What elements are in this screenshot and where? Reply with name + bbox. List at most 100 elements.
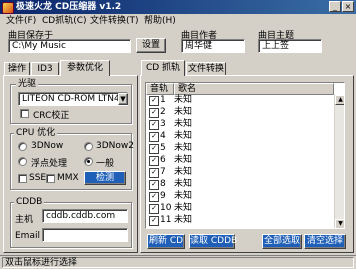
close-button[interactable]: ×: [342, 1, 354, 12]
host-label: 主机: [15, 215, 34, 225]
track-row[interactable]: ✓ 6 未知: [146, 155, 344, 166]
refresh-cd-button[interactable]: 刷新 CD: [147, 234, 185, 249]
crc-checkbox[interactable]: [20, 109, 29, 118]
track-checkbox[interactable]: ✓: [149, 180, 159, 190]
minimize-button[interactable]: _: [329, 1, 341, 12]
track-checkbox[interactable]: ✓: [149, 120, 159, 130]
menu-file[interactable]: 文件(F): [6, 15, 36, 27]
window-title: 极速火龙 CD压缩器 v1.2: [16, 2, 122, 12]
track-list[interactable]: 音轨 歌名 ✓ 1 未知 ✓ 2 未知 ✓ 3 未知 ✓ 4 未知 ✓ 5 未知 ✓ 6 未知 ✓ 7 未知 ✓ 8 未知 ✓ 9…: [145, 82, 345, 229]
sse-label: SSE: [29, 173, 47, 183]
track-name: 未知: [174, 167, 193, 177]
drive-select[interactable]: LITEON CD-ROM LTN48: [18, 92, 128, 106]
track-number: 5: [160, 143, 166, 153]
track-name: 未知: [174, 191, 193, 201]
mmx-label: MMX: [57, 173, 79, 183]
track-checkbox[interactable]: ✓: [149, 132, 159, 142]
status-text: 双击鼠标进行选择: [2, 257, 354, 268]
track-row[interactable]: ✓ 9 未知: [146, 191, 344, 202]
track-name: 未知: [174, 95, 193, 105]
radio-normal-label: 一般: [96, 159, 115, 169]
track-row[interactable]: ✓ 11 未知: [146, 215, 344, 226]
track-number: 10: [160, 203, 172, 213]
theme-field[interactable]: 上上签: [258, 39, 322, 53]
cpu-group-title: CPU 优化: [14, 128, 58, 138]
radio-3dnow2-label: 3DNow2: [96, 141, 134, 151]
track-name: 未知: [174, 179, 193, 189]
tab-cd-rip[interactable]: CD 抓轨: [141, 60, 185, 76]
tab-file-convert[interactable]: 文件转换: [186, 62, 226, 75]
track-name: 未知: [174, 119, 193, 129]
track-checkbox[interactable]: ✓: [149, 192, 159, 202]
track-name: 未知: [174, 203, 193, 213]
track-row[interactable]: ✓ 5 未知: [146, 143, 344, 154]
drive-select-value: LITEON CD-ROM LTN48: [22, 94, 126, 104]
radio-normal[interactable]: [84, 157, 93, 166]
read-cddb-button[interactable]: 读取 CDDB: [189, 234, 237, 249]
status-bar: 双击鼠标进行选择: [0, 255, 356, 269]
track-checkbox[interactable]: ✓: [149, 144, 159, 154]
cddb-host-field[interactable]: cddb.cddb.com: [42, 209, 128, 223]
track-checkbox[interactable]: ✓: [149, 168, 159, 178]
col-name-header[interactable]: 歌名: [174, 83, 334, 95]
scroll-down-icon[interactable]: ▼: [335, 219, 344, 228]
select-all-button[interactable]: 全部选取: [262, 234, 302, 249]
track-row[interactable]: ✓ 3 未知: [146, 119, 344, 130]
title-bar[interactable]: 极速火龙 CD压缩器 v1.2: [0, 0, 356, 14]
track-number: 8: [160, 179, 166, 189]
track-number: 6: [160, 155, 166, 165]
scroll-up-icon[interactable]: ▲: [335, 95, 344, 105]
track-name: 未知: [174, 215, 193, 225]
dragon-app-icon: [2, 2, 14, 14]
crc-label: CRC校正: [33, 111, 70, 121]
menu-bar: 文件(F) CD抓轨(C) 文件转换(T) 帮助(H): [0, 14, 356, 28]
menu-help[interactable]: 帮助(H): [144, 15, 176, 27]
tab-operation[interactable]: 操作: [4, 62, 30, 75]
tab-id3[interactable]: ID3: [31, 62, 59, 75]
track-checkbox[interactable]: ✓: [149, 108, 159, 118]
clear-selection-button[interactable]: 清空选择: [304, 234, 346, 249]
menu-cd-rip[interactable]: CD抓轨(C): [42, 15, 87, 27]
radio-float[interactable]: [18, 157, 27, 166]
col-track-header[interactable]: 音轨: [146, 83, 174, 95]
track-row[interactable]: ✓ 7 未知: [146, 167, 344, 178]
track-name: 未知: [174, 131, 193, 141]
radio-3dnow-label: 3DNow: [31, 141, 64, 151]
track-checkbox[interactable]: ✓: [149, 156, 159, 166]
track-checkbox[interactable]: ✓: [149, 204, 159, 214]
track-row[interactable]: ✓ 10 未知: [146, 203, 344, 214]
tab-param-optimize[interactable]: 参数优化: [60, 60, 110, 76]
track-name: 未知: [174, 107, 193, 117]
track-row[interactable]: ✓ 1 未知: [146, 95, 344, 106]
author-field[interactable]: 周华健: [181, 39, 245, 53]
radio-float-label: 浮点处理: [31, 159, 68, 169]
cddb-email-field[interactable]: [42, 228, 128, 242]
track-number: 3: [160, 119, 166, 129]
track-row[interactable]: ✓ 4 未知: [146, 131, 344, 142]
track-name: 未知: [174, 143, 193, 153]
track-row[interactable]: ✓ 8 未知: [146, 179, 344, 190]
track-number: 1: [160, 95, 166, 105]
drive-group-title: 光驱: [16, 79, 39, 89]
mmx-checkbox[interactable]: [46, 174, 55, 183]
track-name: 未知: [174, 155, 193, 165]
track-number: 4: [160, 131, 166, 141]
track-checkbox[interactable]: ✓: [149, 216, 159, 226]
track-number: 2: [160, 107, 166, 117]
track-scrollbar[interactable]: ▲ ▼: [334, 95, 344, 228]
menu-convert[interactable]: 文件转换(T): [90, 15, 139, 27]
drive-dropdown-arrow[interactable]: ▼: [118, 93, 128, 105]
radio-3dnow2[interactable]: [84, 142, 93, 151]
track-number: 9: [160, 191, 166, 201]
save-path-field[interactable]: C:\My Music: [8, 39, 131, 53]
email-label: Email: [15, 231, 40, 241]
track-row[interactable]: ✓ 2 未知: [146, 107, 344, 118]
track-number: 11: [160, 215, 172, 225]
radio-3dnow[interactable]: [18, 142, 27, 151]
track-number: 7: [160, 167, 166, 177]
track-checkbox[interactable]: ✓: [149, 96, 159, 106]
set-path-button[interactable]: 设置: [136, 38, 166, 53]
detect-button[interactable]: 检测: [84, 171, 126, 185]
cddb-group-title: CDDB: [14, 197, 45, 207]
sse-checkbox[interactable]: [18, 174, 27, 183]
